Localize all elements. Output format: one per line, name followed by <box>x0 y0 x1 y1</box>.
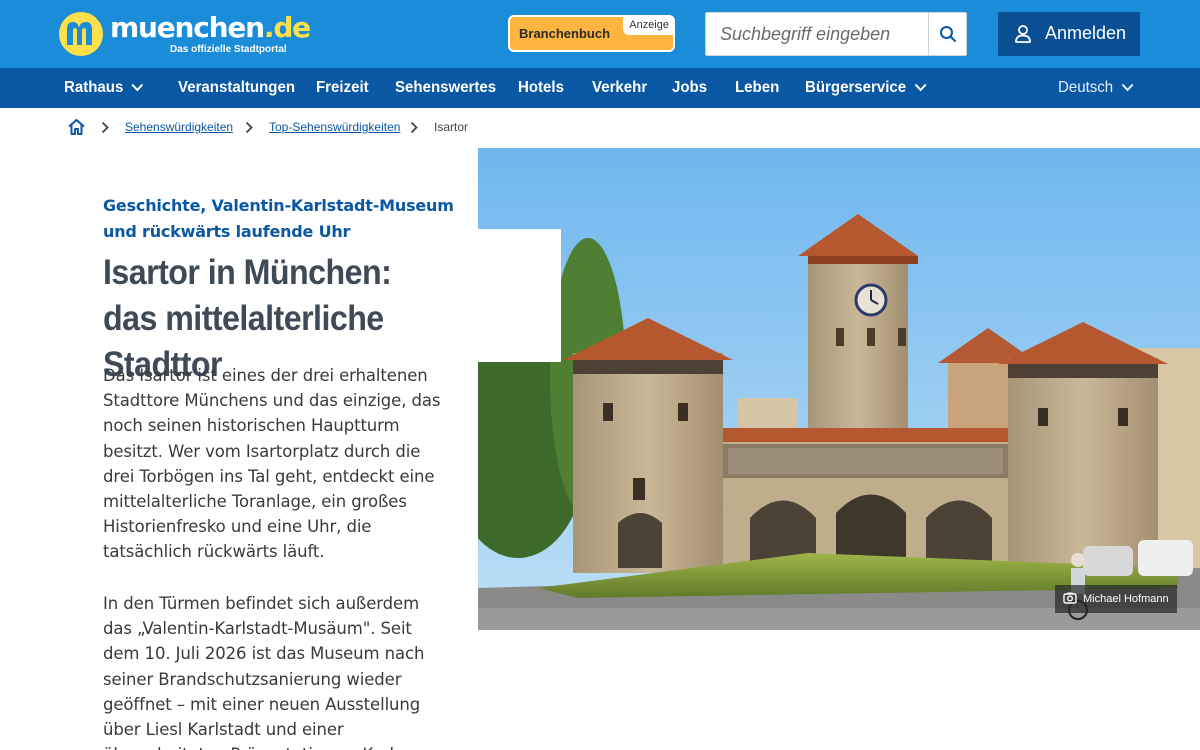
nav-item-label: Freizeit <box>316 79 369 96</box>
branchenbuch-button[interactable]: Branchenbuch Anzeige <box>508 15 675 52</box>
image-credit-text: Michael Hofmann <box>1083 593 1169 605</box>
main-navigation: Rathaus Veranstaltungen Freizeit Sehensw… <box>0 68 1200 108</box>
login-button[interactable]: Anmelden <box>998 12 1140 56</box>
nav-item-buergerservice[interactable]: Bürgerservice <box>805 68 927 108</box>
nav-item-hotels[interactable]: Hotels <box>518 68 564 108</box>
hero-image <box>478 148 1200 630</box>
top-header: muenchen.de Das offizielle Stadtportal B… <box>0 0 1200 68</box>
nav-item-label: Rathaus <box>64 79 124 96</box>
language-selector[interactable]: Deutsch <box>1058 68 1134 108</box>
search-input[interactable] <box>706 13 929 55</box>
chevron-down-icon <box>1121 84 1134 92</box>
nav-item-label: Bürgerservice <box>805 79 907 96</box>
article-kicker: Geschichte, Valentin-Karlstadt-Museum un… <box>103 196 454 241</box>
logo-mark-icon <box>59 12 103 56</box>
nav-item-sehenswertes[interactable]: Sehenswertes <box>395 68 496 108</box>
language-label: Deutsch <box>1058 79 1114 96</box>
search-icon <box>939 26 956 42</box>
breadcrumb: Sehenswürdigkeiten Top-Sehenswürdigkeite… <box>0 108 1200 148</box>
chevron-down-icon <box>914 84 927 92</box>
nav-item-leben[interactable]: Leben <box>735 68 779 108</box>
nav-item-freizeit[interactable]: Freizeit <box>316 68 369 108</box>
chevron-down-icon <box>131 84 144 92</box>
chevron-right-icon <box>101 121 109 134</box>
logo-wordmark: muenchen.de <box>110 11 311 44</box>
isartor-photo <box>478 148 1200 630</box>
article-paragraph: In den Türmen befindet sich außerdem das… <box>103 594 425 750</box>
chevron-right-icon <box>410 121 418 134</box>
search-button[interactable] <box>928 13 966 55</box>
image-credit: Michael Hofmann <box>1055 585 1177 613</box>
breadcrumb-link-sehenswuerdigkeiten[interactable]: Sehenswürdigkeiten <box>125 120 233 134</box>
ad-badge: Anzeige <box>623 15 675 35</box>
home-icon[interactable] <box>67 118 86 136</box>
branchenbuch-label: Branchenbuch <box>519 26 611 41</box>
chevron-right-icon <box>245 121 253 134</box>
search-box <box>705 12 967 56</box>
breadcrumb-current: Isartor <box>434 120 469 134</box>
user-icon <box>1015 25 1031 43</box>
article-paragraph: Das Isartor ist eines der drei erhaltene… <box>103 366 441 562</box>
logo-tagline: Das offizielle Stadtportal <box>170 44 287 55</box>
hero-notch <box>478 229 561 362</box>
camera-icon <box>1063 592 1077 604</box>
nav-item-label: Leben <box>735 79 780 96</box>
breadcrumb-link-top-sehenswuerdigkeiten[interactable]: Top-Sehenswürdigkeiten <box>269 120 400 134</box>
nav-item-label: Sehenswertes <box>395 79 497 96</box>
login-label: Anmelden <box>1045 23 1127 43</box>
nav-item-verkehr[interactable]: Verkehr <box>592 68 647 108</box>
nav-item-label: Jobs <box>672 79 708 96</box>
nav-item-label: Verkehr <box>592 79 648 96</box>
nav-item-rathaus[interactable]: Rathaus <box>64 68 144 108</box>
nav-item-label: Veranstaltungen <box>178 79 296 96</box>
nav-item-label: Hotels <box>518 79 564 96</box>
nav-item-jobs[interactable]: Jobs <box>672 68 707 108</box>
nav-item-veranstaltungen[interactable]: Veranstaltungen <box>178 68 295 108</box>
site-logo[interactable]: muenchen.de Das offizielle Stadtportal <box>58 11 311 59</box>
